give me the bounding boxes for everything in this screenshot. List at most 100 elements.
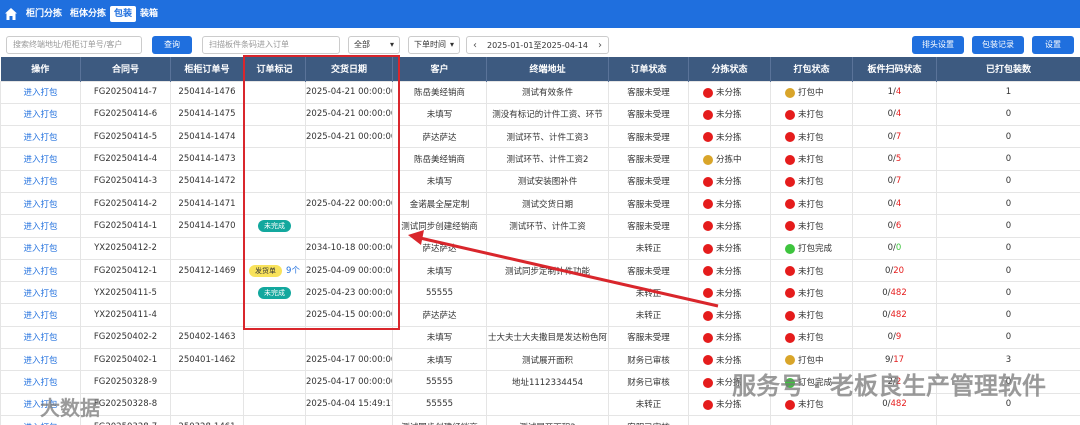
pack-status-text: 未打包 [798,177,824,188]
customer: 测试同步创建经销商 [392,414,487,425]
home-icon[interactable] [4,7,18,21]
order-no: 250402-1463 [170,325,244,350]
enter-pack-link[interactable]: 进入打包 [0,191,81,216]
enter-pack-link[interactable]: 进入打包 [0,325,81,350]
scan-status: 0/7 [852,125,937,149]
enter-pack-link[interactable]: 进入打包 [0,348,81,372]
table-row[interactable]: 进入打包 YX20250411-4 2025-04-15 00:00:00 萨达萨达 未… [0,303,1080,327]
table-row[interactable]: 进入打包 FG20250414-2 250414-1471 2025-04-22 00… [0,191,1080,216]
sort-status-text: 未分拣 [716,88,742,99]
table-row[interactable]: 进入打包 FG20250414-3 250414-1472 未填写 测试安装图补件 客服未… [0,169,1080,193]
tab-door-sort[interactable]: 柜门分拣 [22,6,66,22]
sort-status-text: 未分拣 [716,221,742,232]
contract-no: FG20250414-4 [80,147,171,171]
sort-status: 未分拣 [688,102,771,127]
pack-status: 未打包 [770,214,853,238]
enter-pack-link[interactable]: 进入打包 [0,169,81,193]
table-row[interactable]: 进入打包 FG20250414-1 250414-1470 未完成 测试同步创建经销商测… [0,214,1080,238]
pack-status-text: 未打包 [798,221,824,232]
enter-pack-link[interactable]: 进入打包 [0,125,81,149]
packed-count [936,414,1080,425]
date-range-picker[interactable]: ‹ 2025-01-01至2025-04-14 › [466,36,609,54]
pack-record-button[interactable]: 包装记录 [972,36,1024,54]
order-status: 客服未受理 [608,258,689,283]
order-status: 客服未受理 [608,214,689,238]
filter-select[interactable]: 全部 ▾ [348,36,400,54]
table-row[interactable]: 进入打包 FG20250414-7 250414-1476 2025-04-21 00… [0,80,1080,104]
column-header: 打包状态 [770,57,853,81]
table-row[interactable]: 进入打包 FG20250414-6 250414-1475 2025-04-21 00… [0,102,1080,127]
chevron-right-icon[interactable]: › [592,40,608,51]
table-row[interactable]: 进入打包 FG20250412-1 250412-1469 发货单 9个 2025-04-… [0,258,1080,283]
terminal-address: 测试安装图补件 [486,169,609,193]
tab-packaging[interactable]: 包装 [110,6,137,22]
enter-pack-link[interactable]: 进入打包 [0,214,81,238]
sort-status: 未分拣 [688,325,771,350]
status-dot-icon [703,199,713,210]
table-row[interactable]: 进入打包 YX20250411-5 未完成 2025-04-23 00:00:00 55… [0,281,1080,305]
table-row[interactable]: 进入打包 FG20250414-4 250414-1473 陈岳美经销商 测试环节、计件… [0,147,1080,171]
terminal-address: 士大夫士大夫撒目是发达粉色阿 [486,325,609,350]
contract-no: YX20250411-4 [80,303,171,327]
scan-input[interactable]: 扫描板件条码进入订单 [202,36,340,54]
customer: 未填写 [392,169,487,193]
chevron-left-icon[interactable]: ‹ [467,40,483,51]
packed-count: 0 [936,281,1080,305]
sort-status-text: 未分拣 [716,311,742,322]
order-status: 客服未受理 [608,325,689,350]
enter-pack-link[interactable]: 进入打包 [0,281,81,305]
scan-total: 482 [890,287,907,298]
status-dot-icon [703,332,713,343]
table-row[interactable]: 进入打包 FG20250414-5 250414-1474 2025-04-21 00… [0,125,1080,149]
terminal-address: 地址1112334454 [486,370,609,394]
order-no [170,392,244,416]
packed-count: 0 [936,258,1080,283]
enter-pack-link[interactable]: 进入打包 [0,236,81,260]
packed-count: 0 [936,236,1080,260]
status-dot-icon [785,310,795,321]
table-row[interactable]: 进入打包FG20250328-7250328-1461测试同步创建经销商测试展开… [0,414,1080,425]
enter-pack-link[interactable]: 进入打包 [0,303,81,327]
enter-pack-link[interactable]: 进入打包 [0,258,81,283]
contract-no: FG20250414-1 [80,214,171,238]
time-type-select[interactable]: 下单时间 ▾ [408,36,460,54]
query-button[interactable]: 查询 [152,36,192,54]
scan-total: 482 [890,310,907,321]
order-status: 未转正 [608,392,689,416]
pack-status: 未打包 [770,303,853,327]
sort-status: 未分拣 [688,303,771,327]
watermark-left: 大数据 [40,396,100,420]
column-header: 交货日期 [305,57,393,81]
customer: 陈岳美经销商 [392,80,487,104]
tab-cabinet-sort[interactable]: 柜体分拣 [66,6,110,22]
order-no: 250414-1475 [170,102,244,127]
table-row[interactable]: 进入打包 FG20250402-2 250402-1463 未填写 士大夫士大夫撒目是发… [0,325,1080,350]
tab-boxing[interactable]: 装箱 [136,6,162,22]
enter-pack-link[interactable]: 进入打包 [0,102,81,127]
enter-pack-link[interactable]: 进入打包 [0,147,81,171]
enter-pack-link[interactable]: 进入打包 [0,80,81,104]
packed-count: 0 [936,303,1080,327]
scan-done: 0/ [887,220,896,231]
contract-no: FG20250328-9 [80,370,171,394]
scan-status: 0/5 [852,147,937,171]
mark-badge: 未完成 [258,219,291,232]
search-input[interactable]: 搜索终端地址/柜柜订单号/客户 [6,36,142,54]
order-mark [243,80,306,104]
settings-button[interactable]: 设置 [1032,36,1074,54]
head-settings-button[interactable]: 排头设置 [912,36,964,54]
order-mark [243,348,306,372]
order-status: 客服未受理 [608,80,689,104]
scan-status: 0/4 [852,191,937,216]
table-row[interactable]: 进入打包 YX20250412-2 2034-10-18 00:00:00 萨达萨达 未… [0,236,1080,260]
delivery-date: 2025-04-17 00:00:00 [305,370,393,394]
enter-pack-link[interactable]: 进入打包 [0,370,81,394]
order-mark: 发货单 9个 [243,258,306,283]
sort-status: 未分拣 [688,191,771,216]
order-status: 客服未受理 [608,147,689,171]
scan-total: 4 [895,109,902,120]
status-dot-icon [785,154,795,165]
order-mark [243,414,306,425]
customer: 未填写 [392,258,487,283]
status-dot-icon [703,221,713,232]
